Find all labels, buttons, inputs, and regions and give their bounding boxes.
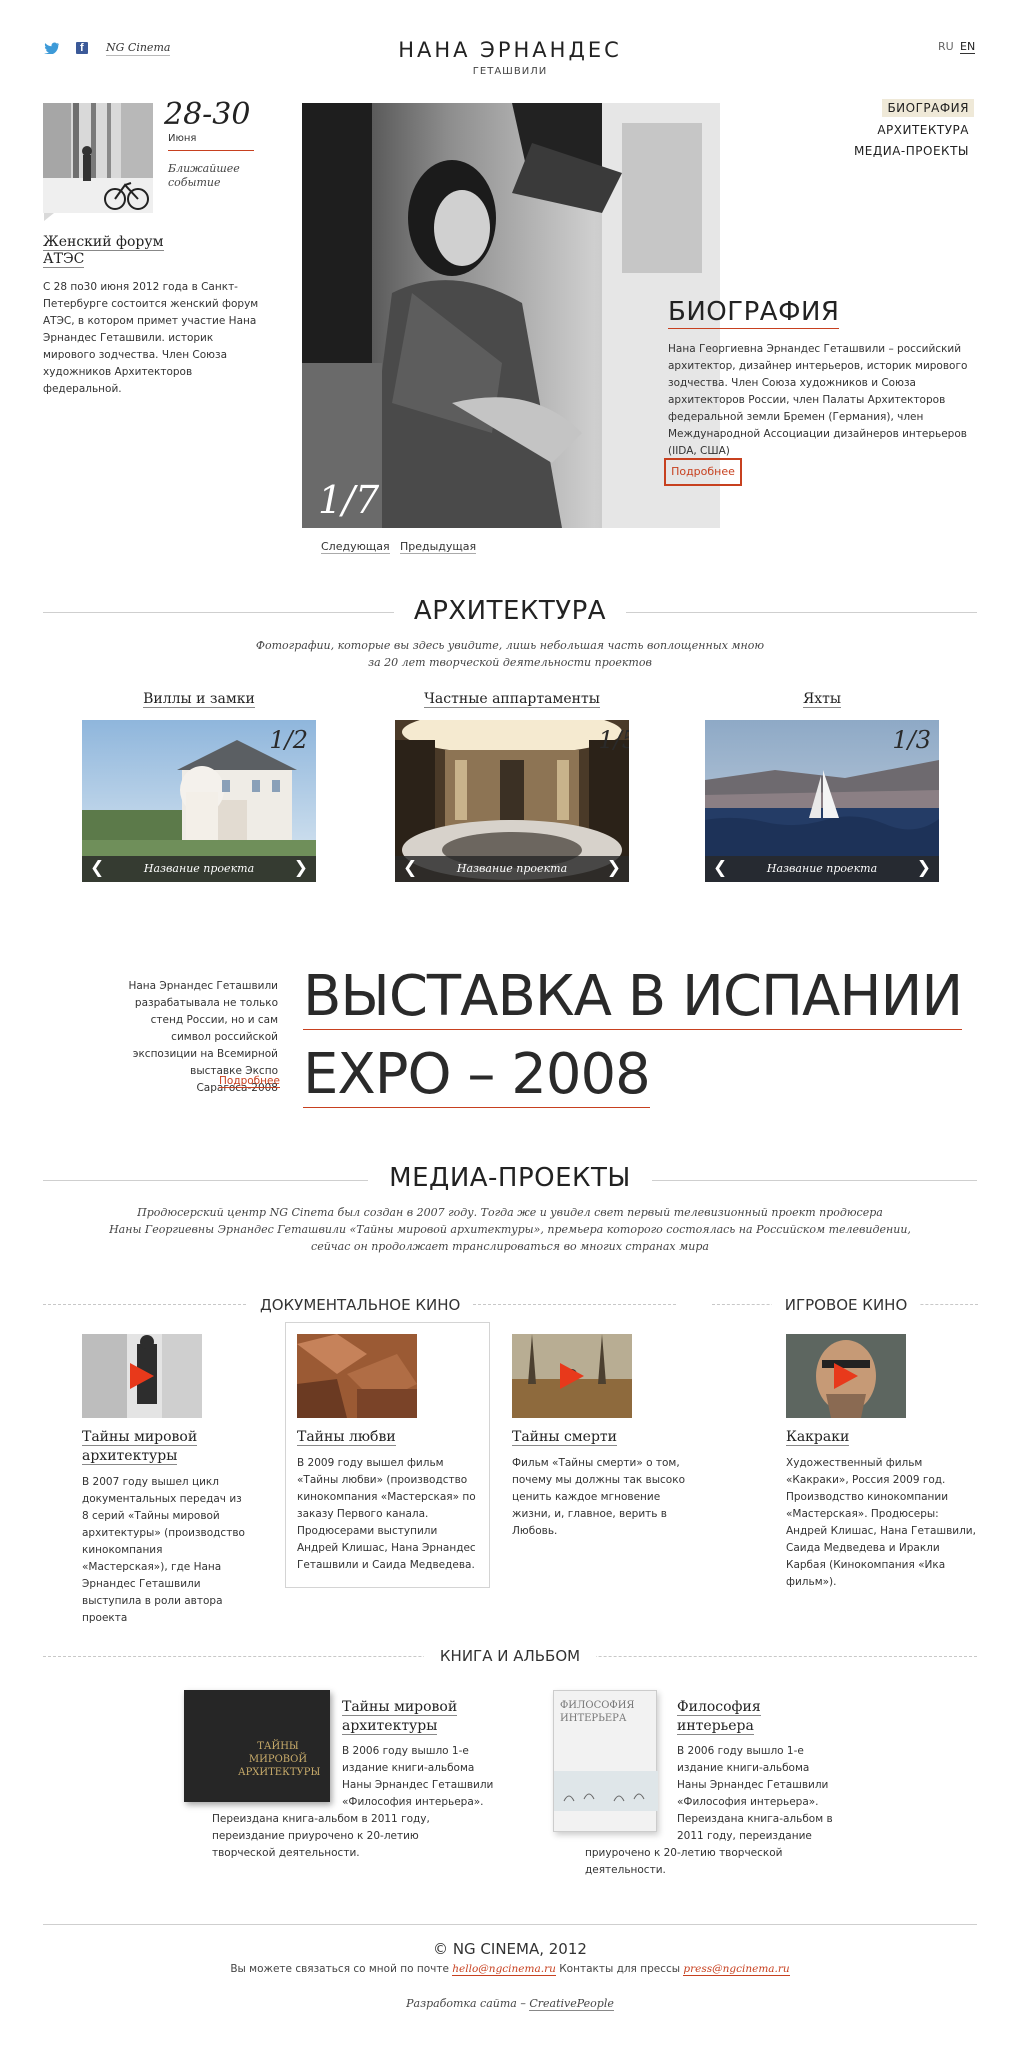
book-cover-2-title: ФИЛОСОФИЯ ИНТЕРЬЕРА <box>560 1700 635 1724</box>
footer-contact-prefix: Вы можете связаться со мной по почте <box>230 1963 449 1975</box>
book-title-1[interactable]: Тайны мировой архитектуры <box>342 1698 482 1736</box>
hero-counter: 1/7 <box>318 478 380 522</box>
event-date-underline <box>168 150 254 151</box>
event-month: Июня <box>168 133 197 144</box>
gallery-villas-counter: 1/2 <box>269 726 308 754</box>
architecture-title[interactable]: АРХИТЕКТУРА <box>394 596 626 626</box>
film-text-3: Фильм «Тайны смерти» о том, почему мы до… <box>512 1457 685 1537</box>
film-text-2: В 2009 году вышел фильм «Тайны любви» (п… <box>297 1457 476 1571</box>
site-title[interactable]: НАНА ЭРНАНДЕС <box>0 38 1020 62</box>
gallery-yachts-caption: Название проекта <box>766 862 878 875</box>
bio-more-button[interactable]: Подробнее <box>664 458 742 486</box>
media-subtitle-2: Наны Георгиевны Эрнандес Геташвили «Тайн… <box>109 1223 911 1236</box>
expo-headline-1[interactable]: ВЫСТАВКА В ИСПАНИИ <box>303 962 963 1032</box>
film-title-2[interactable]: Тайны любви <box>297 1428 467 1447</box>
nav-item-media[interactable]: МЕДИА-ПРОЕКТЫ <box>849 142 974 160</box>
event-photo-pointer <box>44 213 54 221</box>
nav-item-biography[interactable]: БИОГРАФИЯ <box>882 99 974 117</box>
gallery-title-yachts[interactable]: Яхты <box>705 690 939 709</box>
film-text-4: Художественный фильм «Какраки», Россия 2… <box>786 1457 976 1588</box>
event-title[interactable]: Женский форум АТЭС <box>43 234 183 268</box>
hero-prev-link[interactable]: Предыдущая <box>400 540 477 554</box>
lang-ru[interactable]: RU <box>938 40 954 53</box>
film-3-play-icon[interactable] <box>560 1363 584 1389</box>
footer-contacts: Вы можете связаться со мной по почте hel… <box>0 1963 1020 1976</box>
footer-dev-link[interactable]: CreativePeople <box>529 1997 614 2011</box>
gallery-apartments-caption-bar: ❮ Название проекта ❯ <box>395 856 629 882</box>
gallery-villas-next-icon[interactable]: ❯ <box>294 860 308 877</box>
footer-press-prefix: Контакты для прессы <box>559 1963 681 1975</box>
film-text-1: В 2007 году вышел цикл документальных пе… <box>82 1476 245 1624</box>
gallery-apartments-next-icon[interactable]: ❯ <box>607 860 621 877</box>
book-cover-1[interactable]: ТАЙНЫ МИРОВОЙ АРХИТЕКТУРЫ <box>184 1690 330 1802</box>
book-text-2a: В 2006 году вышло 1-е издание книги-альб… <box>677 1745 833 1842</box>
event-date: 28-30 <box>164 97 251 132</box>
gallery-yachts-prev-icon[interactable]: ❮ <box>713 860 727 877</box>
gallery-yachts-counter: 1/3 <box>892 726 931 754</box>
gallery-yachts-caption-bar: ❮ Название проекта ❯ <box>705 856 939 882</box>
architecture-subtitle-2: за 20 лет творческой деятельности проект… <box>368 656 652 669</box>
site-subtitle: ГЕТАШВИЛИ <box>472 66 548 77</box>
doc-heading: ДОКУМЕНТАЛЬНОЕ КИНО <box>248 1296 472 1314</box>
book-text-2b: приурочено к 20-летию творческой деятель… <box>585 1847 783 1876</box>
book-cover-1-title: ТАЙНЫ МИРОВОЙ АРХИТЕКТУРЫ <box>238 1741 321 1778</box>
book-cover-2[interactable]: ФИЛОСОФИЯ ИНТЕРЬЕРА <box>553 1690 658 1832</box>
hero-photo <box>302 103 720 528</box>
architecture-subtitle-1: Фотографии, которые вы здесь увидите, ли… <box>255 639 765 652</box>
footer-email-link[interactable]: hello@ngcinema.ru <box>452 1963 556 1976</box>
bio-text: Нана Георгиевна Эрнандес Геташвили – рос… <box>668 343 968 457</box>
film-title-3[interactable]: Тайны смерти <box>512 1428 652 1447</box>
gallery-title-apartments[interactable]: Частные аппартаменты <box>395 690 629 709</box>
gallery-villas-caption: Название проекта <box>143 862 255 875</box>
event-photo[interactable] <box>43 103 153 213</box>
footer-dev: Разработка сайта – CreativePeople <box>0 1997 1020 2011</box>
gallery-villas-prev-icon[interactable]: ❮ <box>90 860 104 877</box>
footer-rule <box>43 1924 977 1925</box>
gallery-apartments-caption: Название проекта <box>456 862 568 875</box>
gallery-yachts[interactable]: 1/3 ❮ Название проекта ❯ <box>705 720 939 882</box>
book-title-2[interactable]: Философия интерьера <box>677 1698 817 1736</box>
media-subtitle-1: Продюсерский центр NG Cinema был создан … <box>137 1206 883 1219</box>
expo-headline-2[interactable]: EXPO – 2008 <box>303 1040 651 1110</box>
book-text-1b: Переиздана книга-альбом в 2011 году, пер… <box>212 1813 430 1859</box>
footer-press-email-link[interactable]: press@ngcinema.ru <box>683 1963 790 1976</box>
gallery-apartments-prev-icon[interactable]: ❮ <box>403 860 417 877</box>
bio-title[interactable]: БИОГРАФИЯ <box>668 296 840 329</box>
film-4-play-icon[interactable] <box>834 1363 858 1389</box>
film-thumb-4[interactable] <box>786 1334 906 1418</box>
event-label: Ближайшее событие <box>168 162 240 189</box>
footer-dev-prefix: Разработка сайта – <box>406 1997 526 2010</box>
film-1-play-icon[interactable] <box>130 1363 154 1389</box>
gallery-villas[interactable]: 1/2 ❮ Название проекта ❯ <box>82 720 316 882</box>
gallery-apartments-counter: 1/5 <box>598 726 629 754</box>
books-heading: КНИГА И АЛЬБОМ <box>424 1647 596 1665</box>
media-title[interactable]: МЕДИА-ПРОЕКТЫ <box>368 1163 652 1193</box>
book-text-1a: В 2006 году вышло 1-е издание книги-альб… <box>342 1745 494 1808</box>
bio-panel: БИОГРАФИЯ Нана Георгиевна Эрнандес Геташ… <box>668 296 988 460</box>
film-thumb-3[interactable] <box>512 1334 632 1418</box>
gallery-yachts-next-icon[interactable]: ❯ <box>917 860 931 877</box>
film-thumb-1[interactable] <box>82 1334 202 1418</box>
footer-copyright: © NG CINEMA, 2012 <box>433 1940 587 1958</box>
gallery-title-villas[interactable]: Виллы и замки <box>82 690 316 709</box>
nav-item-architecture[interactable]: АРХИТЕКТУРА <box>872 121 974 139</box>
hero-next-link[interactable]: Следующая <box>321 540 390 554</box>
gallery-apartments[interactable]: 1/5 ❮ Название проекта ❯ <box>395 720 629 882</box>
expo-more-link[interactable]: Подробнее <box>219 1075 280 1088</box>
lang-en[interactable]: EN <box>960 40 976 54</box>
game-heading: ИГРОВОЕ КИНО <box>772 1296 920 1314</box>
film-title-1[interactable]: Тайны мировой архитектуры <box>82 1428 222 1466</box>
event-text: С 28 по30 июня 2012 года в Санкт-Петербу… <box>43 281 259 395</box>
film-thumb-2[interactable] <box>297 1334 417 1418</box>
media-subtitle-3: сейчас он продолжает транслироваться во … <box>311 1240 709 1253</box>
gallery-villas-caption-bar: ❮ Название проекта ❯ <box>82 856 316 882</box>
film-title-4[interactable]: Какраки <box>786 1428 956 1447</box>
